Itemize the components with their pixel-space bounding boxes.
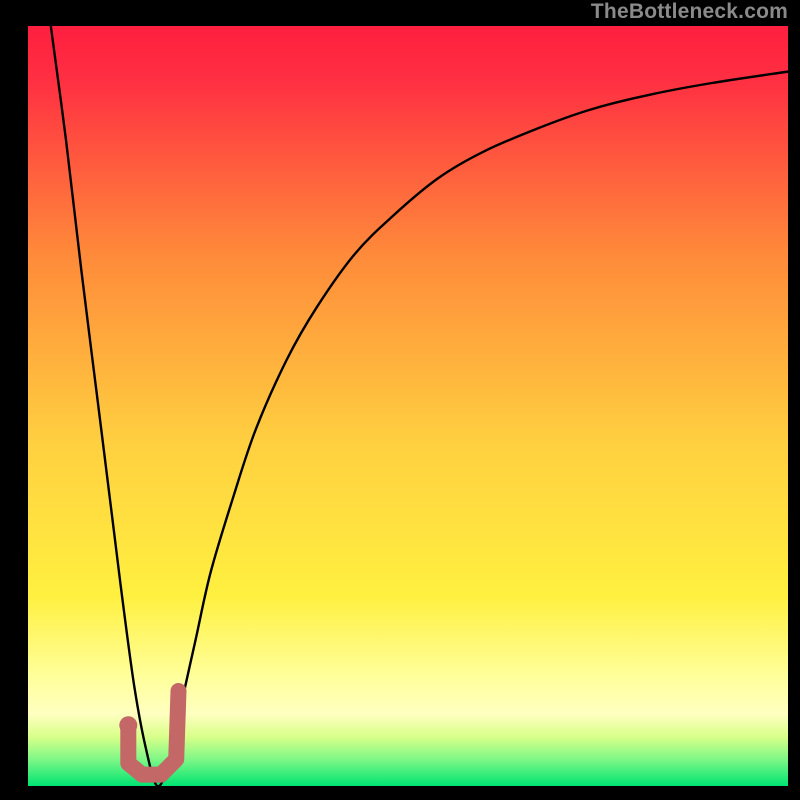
gradient-background: [28, 26, 788, 786]
bottleneck-chart: [28, 26, 788, 786]
j-marker-dot: [119, 716, 137, 734]
watermark-text: TheBottleneck.com: [591, 0, 788, 24]
chart-frame: TheBottleneck.com: [0, 0, 800, 800]
